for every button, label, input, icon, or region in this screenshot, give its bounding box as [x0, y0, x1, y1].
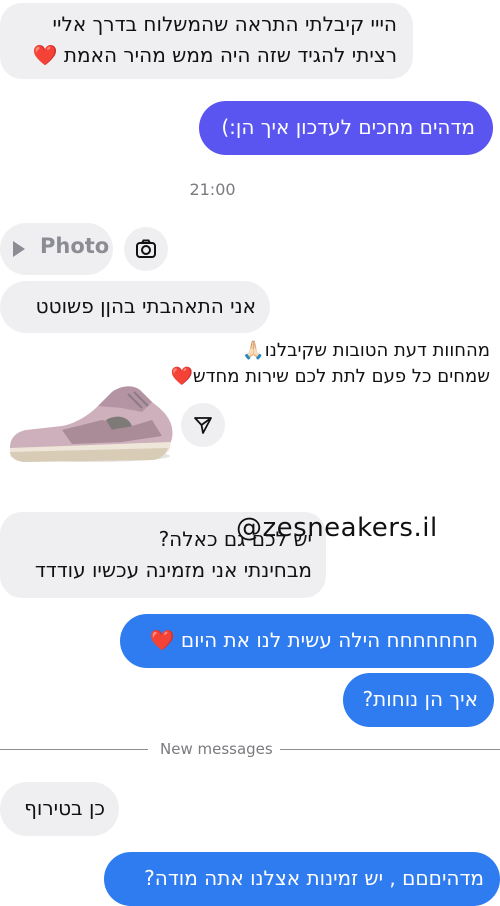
divider-line — [280, 749, 500, 750]
message-text: איך הן נוחות? — [362, 687, 478, 711]
caption-line: מהחוות דעת הטובות שקיבלנו🙏🏻 — [242, 340, 490, 361]
message-text: כן בטירוף — [24, 796, 105, 820]
message-text: מדהים מחכים לעדכון איך הן:) — [221, 115, 475, 139]
incoming-message-love[interactable]: אני התאהבתי בהןן פשוטט — [0, 281, 270, 333]
share-send-icon — [194, 417, 212, 434]
outgoing-message-waiting-update[interactable]: מדהים מחכים לעדכון איך הן:) — [199, 101, 493, 155]
play-icon — [13, 241, 25, 257]
divider-line — [0, 749, 148, 750]
message-text: מדהיםםם , יש זמינות אצלנו אתה מודה? — [144, 866, 484, 890]
outgoing-message-comfortable[interactable]: איך הן נוחות? — [343, 673, 494, 727]
incoming-message-yes[interactable]: כן בטירוף — [0, 782, 119, 836]
photo-attachment[interactable]: Photo — [0, 223, 113, 275]
timestamp: 21:00 — [189, 180, 236, 199]
outgoing-message-availability[interactable]: מדהיםםם , יש זמינות אצלנו אתה מודה? — [104, 852, 500, 906]
message-text-line: מבחינתי אני מזמינה עכשיו עודדד — [34, 558, 312, 582]
message-text-line: רציתי להגיד שזה היה ממש מהיר האמת ❤️ — [32, 43, 397, 67]
camera-icon — [136, 239, 156, 258]
incoming-message-shipping[interactable]: הייי קיבלתי התראה שהמשלוח בדרך אליי רצית… — [0, 3, 413, 79]
divider-label: New messages — [160, 740, 273, 758]
caption-line: שמחים כל פעם לתת לכם שירות מחדש❤️ — [170, 366, 490, 387]
watermark: @zesneakers.il — [236, 513, 438, 543]
message-text-line: הייי קיבלתי התראה שהמשלוח בדרך אליי — [52, 12, 397, 36]
camera-button[interactable] — [124, 227, 168, 271]
story-caption: מהחוות דעת הטובות שקיבלנו🙏🏻 שמחים כל פעם… — [150, 338, 490, 390]
sneaker-image[interactable] — [2, 350, 178, 470]
outgoing-message-made-our-day[interactable]: חחחחחחח הילה עשית לנו את היום ❤️ — [120, 614, 494, 668]
photo-label: Photo — [40, 234, 110, 258]
message-text: אני התאהבתי בהןן פשוטט — [35, 294, 256, 318]
share-button[interactable] — [181, 403, 225, 447]
new-messages-divider: New messages — [0, 738, 500, 762]
message-text: חחחחחחח הילה עשית לנו את היום ❤️ — [149, 628, 478, 652]
